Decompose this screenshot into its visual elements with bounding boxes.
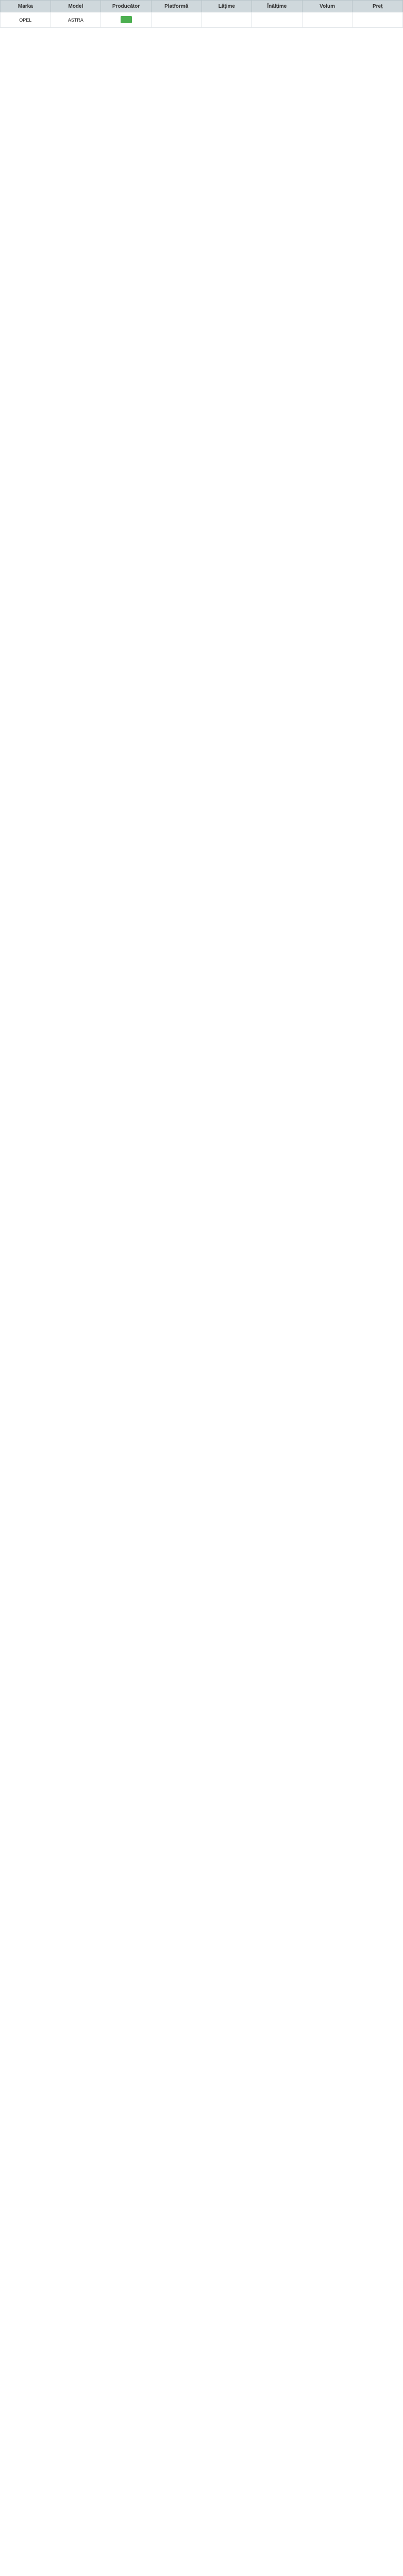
cell-brand: OPEL: [0, 12, 51, 28]
column-header: Platformă: [150, 0, 202, 12]
table-header: Marka Model Producător Platformă Lățime …: [0, 0, 403, 12]
column-header: Volum: [301, 0, 353, 12]
column-header: Producător: [100, 0, 152, 12]
column-header: Model: [50, 0, 102, 12]
column-header: Lățime: [201, 0, 253, 12]
cell-width: [201, 12, 253, 28]
column-header: Marka: [0, 0, 51, 12]
table-row[interactable]: OPEL ASTRA: [0, 12, 403, 28]
catalog-table-container: Marka Model Producător Platformă Lățime …: [0, 0, 403, 28]
column-header: Înălțime: [251, 0, 303, 12]
cell-price: [352, 12, 403, 28]
column-header: Preț: [352, 0, 403, 12]
cell-height: [251, 12, 303, 28]
cell-platform: [150, 12, 202, 28]
manufacturer-logo-icon: [120, 15, 132, 23]
catalog-table: Marka Model Producător Platformă Lățime …: [0, 0, 403, 28]
cell-model: ASTRA: [50, 12, 102, 28]
cell-volume: [301, 12, 353, 28]
cell-manufacturer: [100, 12, 152, 28]
